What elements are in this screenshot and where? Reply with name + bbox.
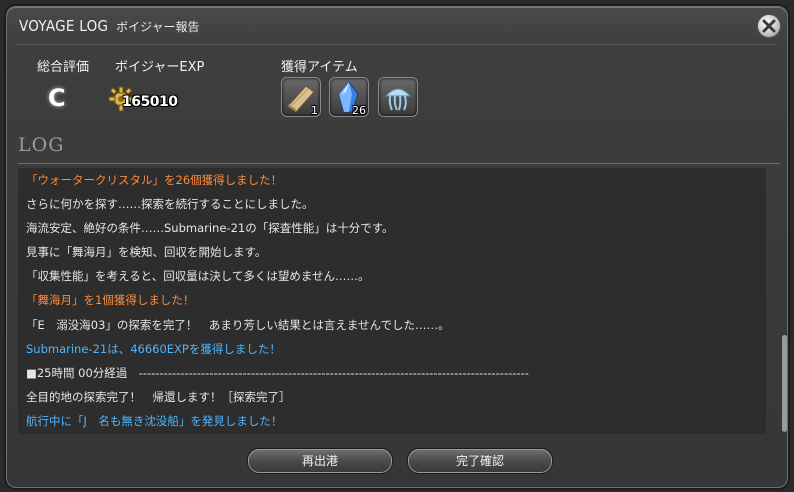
log-line: 「E 溺没海03」の探索を完了！ あまり芳しい結果とは言えませんでした……。 <box>26 317 450 332</box>
item-qty: 1 <box>311 104 318 117</box>
finalize-button[interactable]: 完了確認 <box>408 449 552 473</box>
log-line: 「ウォータークリスタル」を26個獲得しました！ <box>26 173 283 187</box>
items-label: 獲得アイテム <box>281 60 358 75</box>
window-title-jp: ボイジャー報告 <box>116 20 200 34</box>
item-slot-jellyfish[interactable] <box>378 77 418 117</box>
jellyfish-icon <box>384 88 412 111</box>
window-titlebar: VOYAGE LOG ボイジャー報告 <box>19 17 200 39</box>
log-line: Submarine-21は、46660EXPを獲得しました！ <box>26 341 281 356</box>
log-heading: LOG <box>18 134 65 156</box>
log-line: 全目的地の探索完了！ 帰還します！［探索完了］ <box>26 389 291 404</box>
title-divider <box>17 44 777 45</box>
log-list: 「ウォータークリスタル」を26個獲得しました！ さらに何かを探す……探索を続行する… <box>26 168 746 433</box>
log-line: 「収集性能」を考えると、回収量は決して多くは望めません……。 <box>26 269 370 284</box>
log-line: さらに何かを探す……探索を続行することにしました。 <box>26 197 314 212</box>
close-icon <box>762 19 776 33</box>
log-scrollbar[interactable] <box>782 335 787 432</box>
log-divider <box>18 163 780 164</box>
item-qty: 26 <box>352 104 366 117</box>
redeploy-button[interactable]: 再出港 <box>248 449 392 473</box>
log-line: 航行中に「J 名も無き沈没船」を発見しました！ <box>26 413 283 428</box>
item-slot-wood[interactable]: 1 <box>281 77 321 117</box>
rating-label: 総合評価 <box>37 60 90 75</box>
item-slot-water-crystal[interactable]: 26 <box>329 77 369 117</box>
log-line: 見事に「舞海月」を検知、回収を開始します。 <box>26 245 267 260</box>
rating-value: C <box>48 84 66 112</box>
exp-display: 165010 <box>108 86 178 116</box>
exp-label: ボイジャーEXP <box>115 60 205 75</box>
log-panel[interactable]: 「ウォータークリスタル」を26個獲得しました！ さらに何かを探す……探索を続行する… <box>18 168 766 434</box>
log-line: 海流安定、絶好の条件……Submarine-21の「探査性能」は十分です。 <box>26 221 394 236</box>
log-line: ■25時間 00分経過 ----------------------------… <box>26 365 529 380</box>
log-line: 「舞海月」を1個獲得しました！ <box>26 293 195 308</box>
window-title-en: VOYAGE LOG <box>19 17 109 35</box>
exp-value: 165010 <box>122 94 178 110</box>
close-button[interactable] <box>757 14 781 38</box>
